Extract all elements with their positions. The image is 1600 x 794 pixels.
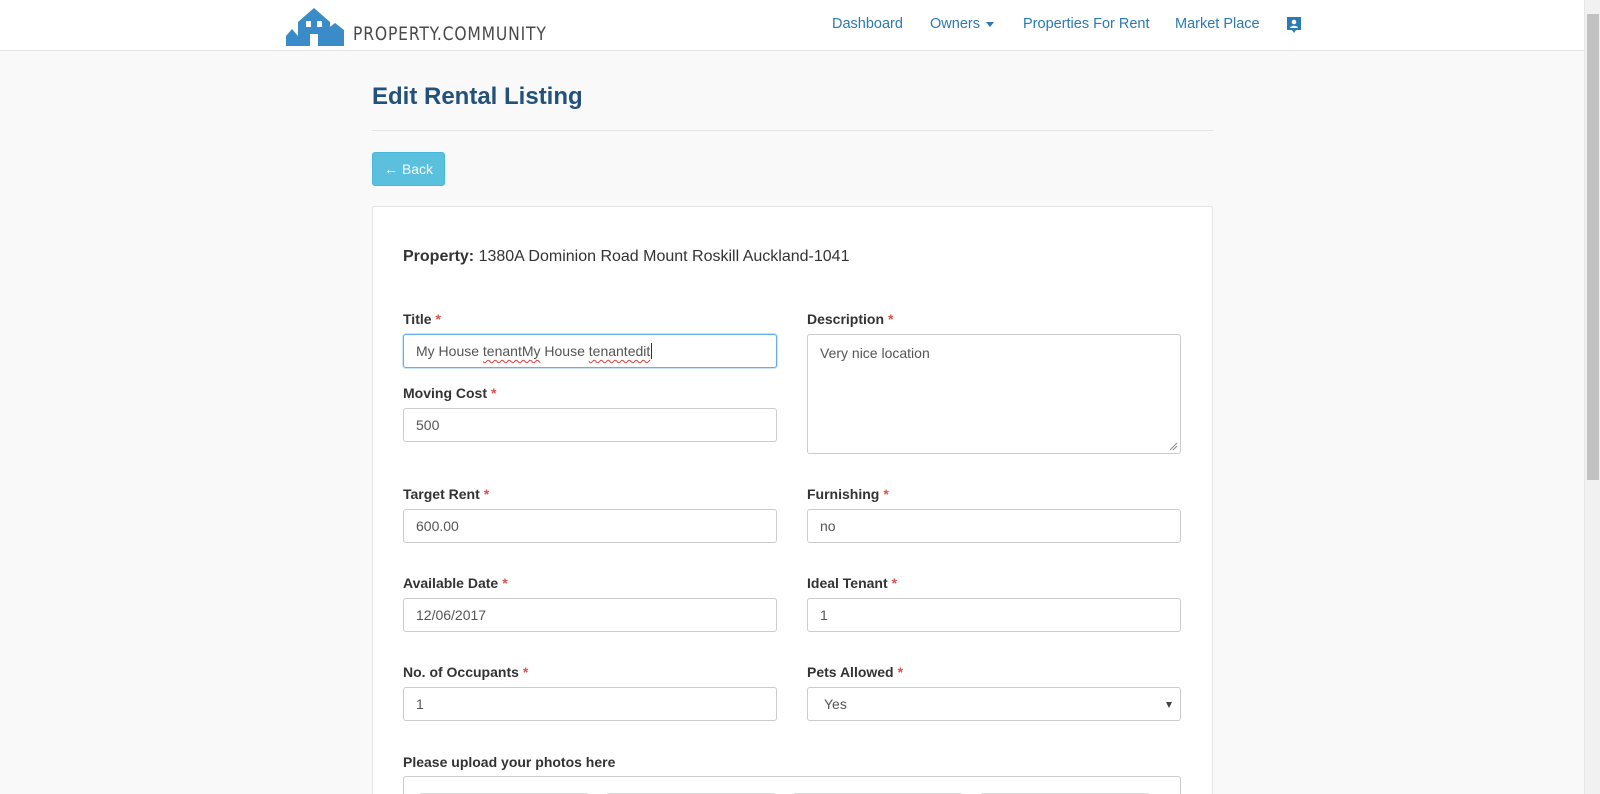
nav-market-place[interactable]: Market Place xyxy=(1175,16,1260,32)
target-rent-input[interactable]: 600.00 xyxy=(403,509,777,543)
nav-dashboard[interactable]: Dashboard xyxy=(832,16,903,32)
top-navbar: PROPERTY.COMMUNITY Dashboard Owners Prop… xyxy=(0,0,1584,51)
required-marker: * xyxy=(522,664,529,680)
resize-grip-icon[interactable] xyxy=(1169,442,1178,451)
occupants-label: No. of Occupants * xyxy=(403,664,528,680)
description-label-text: Description xyxy=(807,311,885,327)
required-marker: * xyxy=(483,486,490,502)
occupants-label-text: No. of Occupants xyxy=(403,664,519,680)
houses-logo-icon xyxy=(286,8,344,46)
title-value-part: tenantedit xyxy=(588,343,651,359)
property-address-value: 1380A Dominion Road Mount Roskill Auckla… xyxy=(478,248,850,265)
furnishing-input[interactable]: no xyxy=(807,509,1181,543)
target-rent-label-text: Target Rent xyxy=(403,486,480,502)
brand-name: PROPERTY.COMMUNITY xyxy=(353,23,547,45)
back-button[interactable]: ← Back xyxy=(372,152,445,186)
ideal-tenant-label: Ideal Tenant * xyxy=(807,575,897,591)
caret-down-icon xyxy=(985,21,994,27)
title-divider xyxy=(372,130,1213,131)
contact-card-icon[interactable] xyxy=(1286,16,1302,34)
moving-cost-label: Moving Cost * xyxy=(403,385,496,401)
occupants-input[interactable]: 1 xyxy=(403,687,777,721)
description-value: Very nice location xyxy=(820,345,930,361)
pets-allowed-select[interactable]: Yes xyxy=(807,687,1181,721)
required-marker: * xyxy=(888,311,894,327)
arrow-left-icon: ← xyxy=(383,161,398,177)
title-label: Title * xyxy=(403,311,441,327)
furnishing-label-text: Furnishing xyxy=(807,486,880,502)
occupants-value: 1 xyxy=(416,696,424,712)
available-date-label-text: Available Date xyxy=(403,575,499,591)
ideal-tenant-value: 1 xyxy=(820,607,828,623)
pets-allowed-label: Pets Allowed * xyxy=(807,664,903,680)
required-marker: * xyxy=(502,575,508,591)
title-value-part: House xyxy=(540,343,589,359)
moving-cost-label-text: Moving Cost xyxy=(403,385,487,401)
title-value-part: tenantMy xyxy=(482,343,541,359)
photo-upload-area[interactable] xyxy=(403,776,1181,794)
nav-owners-dropdown[interactable]: Owners xyxy=(930,16,994,32)
required-marker: * xyxy=(491,385,497,401)
page-title: Edit Rental Listing xyxy=(372,83,583,110)
furnishing-label: Furnishing * xyxy=(807,486,889,502)
brand-link[interactable]: PROPERTY.COMMUNITY xyxy=(286,4,589,46)
required-marker: * xyxy=(891,575,898,591)
available-date-input[interactable]: 12/06/2017 xyxy=(403,598,777,632)
property-address: Property: 1380A Dominion Road Mount Rosk… xyxy=(403,248,849,266)
page-scrollbar[interactable] xyxy=(1584,0,1600,794)
moving-cost-value: 500 xyxy=(416,417,440,433)
title-label-text: Title xyxy=(403,311,432,327)
required-marker: * xyxy=(435,311,441,327)
target-rent-value: 600.00 xyxy=(416,518,459,534)
scrollbar-thumb[interactable] xyxy=(1587,14,1599,480)
title-value-part: My House xyxy=(416,343,483,359)
description-textarea[interactable]: Very nice location xyxy=(807,334,1181,454)
furnishing-value: no xyxy=(820,518,836,534)
dropdown-arrow-icon xyxy=(1166,702,1172,708)
available-date-label: Available Date * xyxy=(403,575,508,591)
back-button-label: Back xyxy=(401,161,434,177)
ideal-tenant-label-text: Ideal Tenant xyxy=(807,575,888,591)
required-marker: * xyxy=(897,664,904,680)
nav-owners-label: Owners xyxy=(930,16,980,32)
required-marker: * xyxy=(883,486,889,502)
property-label: Property: xyxy=(403,248,475,265)
moving-cost-input[interactable]: 500 xyxy=(403,408,777,442)
target-rent-label: Target Rent * xyxy=(403,486,489,502)
text-cursor xyxy=(651,343,653,359)
description-label: Description * xyxy=(807,311,893,327)
pets-allowed-value: Yes xyxy=(824,696,847,712)
nav-properties-for-rent[interactable]: Properties For Rent xyxy=(1023,16,1150,32)
upload-photos-label: Please upload your photos here xyxy=(403,754,616,770)
ideal-tenant-input[interactable]: 1 xyxy=(807,598,1181,632)
available-date-value: 12/06/2017 xyxy=(416,607,487,623)
title-input[interactable]: My House tenantMy House tenantedit xyxy=(403,334,777,368)
pets-allowed-label-text: Pets Allowed xyxy=(807,664,894,680)
